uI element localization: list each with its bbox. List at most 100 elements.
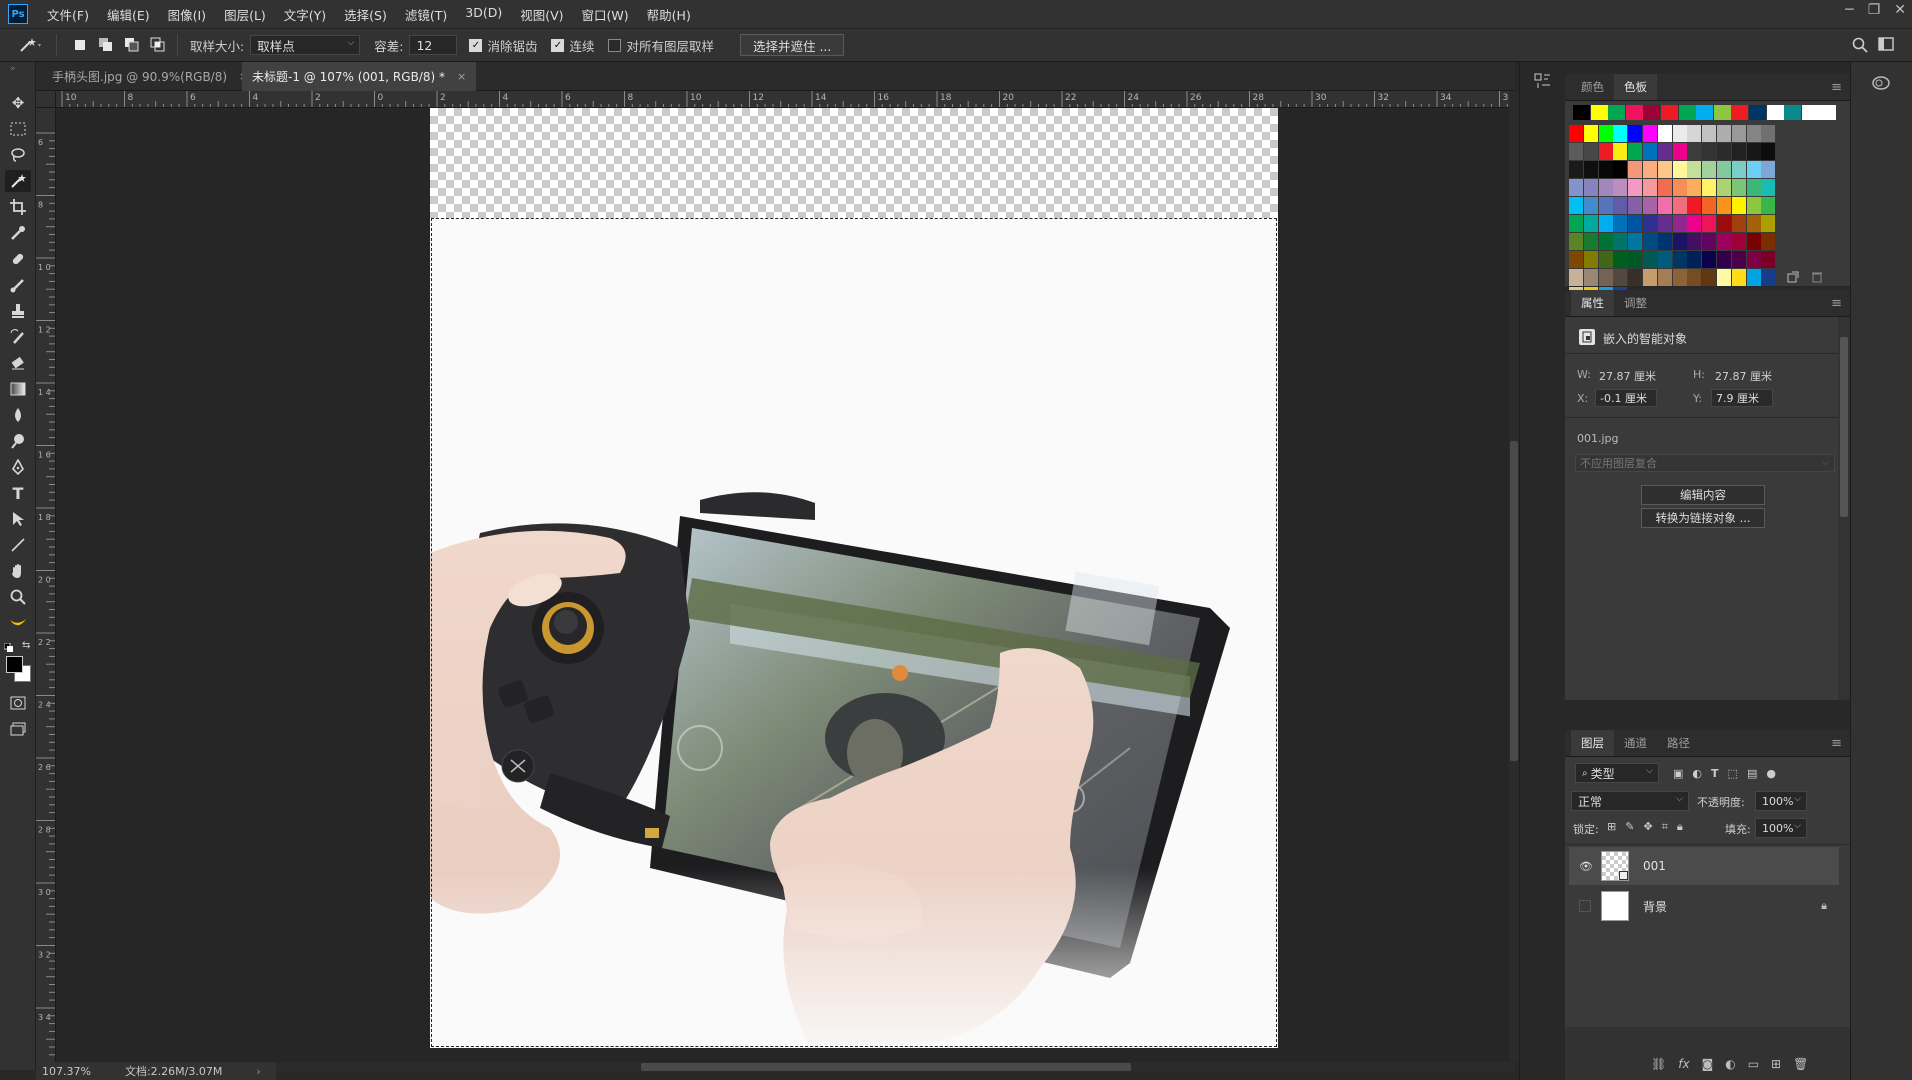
menu-item-0[interactable]: 文件(F) bbox=[38, 5, 98, 24]
healing-brush-tool-icon[interactable] bbox=[5, 248, 31, 270]
swatch[interactable] bbox=[1613, 269, 1628, 286]
menu-item-8[interactable]: 视图(V) bbox=[511, 5, 572, 24]
tab-paths[interactable]: 路径 bbox=[1657, 730, 1700, 756]
swatch[interactable] bbox=[1598, 251, 1613, 268]
swatch[interactable] bbox=[1569, 125, 1583, 142]
scroll-thumb[interactable] bbox=[1510, 441, 1518, 761]
swatch[interactable] bbox=[1761, 251, 1776, 268]
width-value[interactable]: 27.87 厘米 bbox=[1599, 368, 1656, 384]
swatch[interactable] bbox=[1569, 251, 1583, 268]
swatch[interactable] bbox=[1731, 251, 1746, 268]
swatch[interactable] bbox=[1583, 161, 1598, 178]
menu-item-7[interactable]: 3D(D) bbox=[456, 5, 511, 24]
tab-swatches[interactable]: 色板 bbox=[1614, 74, 1657, 100]
swatch[interactable] bbox=[1628, 233, 1643, 250]
swatch[interactable] bbox=[1583, 143, 1598, 160]
swatch[interactable] bbox=[1687, 197, 1702, 214]
path-selection-tool-icon[interactable] bbox=[5, 508, 31, 530]
zoom-tool-icon[interactable] bbox=[5, 586, 31, 608]
opacity-input[interactable]: 100% ⌵ bbox=[1755, 791, 1807, 811]
swatch[interactable] bbox=[1628, 125, 1643, 142]
swatch[interactable] bbox=[1761, 161, 1776, 178]
swatch[interactable] bbox=[1657, 215, 1672, 232]
swatch[interactable] bbox=[1672, 179, 1687, 196]
tab-color[interactable]: 颜色 bbox=[1571, 74, 1614, 100]
brush-tool-icon[interactable] bbox=[5, 274, 31, 296]
y-input[interactable]: 7.9 厘米 bbox=[1711, 389, 1773, 407]
swatch[interactable] bbox=[1766, 105, 1784, 120]
eyedropper-tool-icon[interactable] bbox=[5, 222, 31, 244]
swatch[interactable] bbox=[1643, 197, 1657, 214]
swatch[interactable] bbox=[1717, 233, 1731, 250]
shape-filter-icon[interactable]: ⬚ bbox=[1728, 767, 1738, 780]
swatch[interactable] bbox=[1643, 179, 1657, 196]
swatch[interactable] bbox=[1761, 125, 1776, 142]
swatch[interactable] bbox=[1583, 215, 1598, 232]
swatch[interactable] bbox=[1746, 179, 1761, 196]
swatch[interactable] bbox=[1583, 197, 1598, 214]
swatch[interactable] bbox=[1598, 215, 1613, 232]
lock-artboard-icon[interactable]: ⌗ bbox=[1662, 820, 1668, 834]
swatch[interactable] bbox=[1731, 125, 1746, 142]
lasso-tool-icon[interactable] bbox=[5, 144, 31, 166]
history-panel-icon[interactable] bbox=[1534, 72, 1552, 93]
layer-comp-select[interactable]: 不应用图层复合 ⌵ bbox=[1575, 454, 1835, 472]
history-brush-tool-icon[interactable] bbox=[5, 326, 31, 348]
type-filter-icon[interactable]: T bbox=[1711, 767, 1719, 780]
new-selection-icon[interactable] bbox=[69, 34, 91, 56]
swatch[interactable] bbox=[1628, 179, 1643, 196]
swatch[interactable] bbox=[1702, 143, 1717, 160]
checkbox-checked-icon[interactable]: ✓ bbox=[551, 38, 565, 52]
new-layer-icon[interactable]: ⊞ bbox=[1771, 1057, 1781, 1071]
swatch[interactable] bbox=[1702, 125, 1717, 142]
swatch[interactable] bbox=[1746, 125, 1761, 142]
menu-item-3[interactable]: 图层(L) bbox=[215, 5, 275, 24]
tab-adjustments[interactable]: 调整 bbox=[1614, 290, 1657, 316]
checkbox-icon[interactable] bbox=[608, 38, 622, 52]
lock-pixels-icon[interactable]: ✎ bbox=[1625, 820, 1634, 834]
swatch[interactable] bbox=[1717, 251, 1731, 268]
swatch[interactable] bbox=[1687, 269, 1702, 286]
layer-row-001[interactable]: 👁︎ 001 bbox=[1569, 847, 1839, 885]
swatch[interactable] bbox=[1731, 197, 1746, 214]
menu-item-10[interactable]: 帮助(H) bbox=[638, 5, 700, 24]
swatch[interactable] bbox=[1672, 161, 1687, 178]
edit-contents-button[interactable]: 编辑内容 bbox=[1641, 485, 1765, 505]
swatch[interactable] bbox=[1583, 251, 1598, 268]
gradient-tool-icon[interactable] bbox=[5, 378, 31, 400]
swatch[interactable] bbox=[1761, 269, 1776, 286]
adjustment-filter-icon[interactable]: ◐ bbox=[1692, 767, 1702, 780]
swatch[interactable] bbox=[1672, 125, 1687, 142]
eye-icon[interactable]: 👁︎ bbox=[1579, 860, 1593, 873]
menu-item-2[interactable]: 图像(I) bbox=[159, 5, 215, 24]
tab-untitled-1[interactable]: 未标题-1 @ 107% (001, RGB/8) * × bbox=[242, 62, 477, 91]
swatch[interactable] bbox=[1569, 197, 1583, 214]
document-canvas[interactable] bbox=[430, 108, 1278, 1048]
default-colors-icon[interactable] bbox=[3, 642, 14, 656]
add-selection-icon[interactable] bbox=[95, 34, 117, 56]
swatch[interactable] bbox=[1569, 161, 1583, 178]
new-swatch-icon[interactable] bbox=[1787, 271, 1799, 286]
swatch[interactable] bbox=[1801, 105, 1819, 120]
quick-mask-icon[interactable] bbox=[5, 692, 31, 714]
swatch[interactable] bbox=[1657, 143, 1672, 160]
swatch[interactable] bbox=[1717, 269, 1731, 286]
type-tool-icon[interactable]: T bbox=[5, 482, 31, 504]
swatch[interactable] bbox=[1643, 215, 1657, 232]
doc-size[interactable]: 文档:2.26M/3.07M bbox=[125, 1063, 222, 1079]
lock-position-icon[interactable]: ✥ bbox=[1643, 820, 1652, 834]
swatch[interactable] bbox=[1761, 215, 1776, 232]
swatch[interactable] bbox=[1643, 125, 1657, 142]
zoom-level[interactable]: 107.37% bbox=[42, 1065, 91, 1078]
swatch[interactable] bbox=[1569, 179, 1583, 196]
swatch[interactable] bbox=[1613, 233, 1628, 250]
pixel-filter-icon[interactable]: ▣ bbox=[1673, 767, 1683, 780]
swatch[interactable] bbox=[1598, 179, 1613, 196]
intersect-selection-icon[interactable] bbox=[147, 34, 169, 56]
swatch[interactable] bbox=[1672, 143, 1687, 160]
collapse-toolbar-icon[interactable]: » bbox=[10, 64, 16, 74]
swatch[interactable] bbox=[1687, 251, 1702, 268]
vertical-scrollbar[interactable] bbox=[1509, 91, 1519, 1062]
checkbox-checked-icon[interactable]: ✓ bbox=[469, 38, 483, 52]
swatch[interactable] bbox=[1643, 251, 1657, 268]
